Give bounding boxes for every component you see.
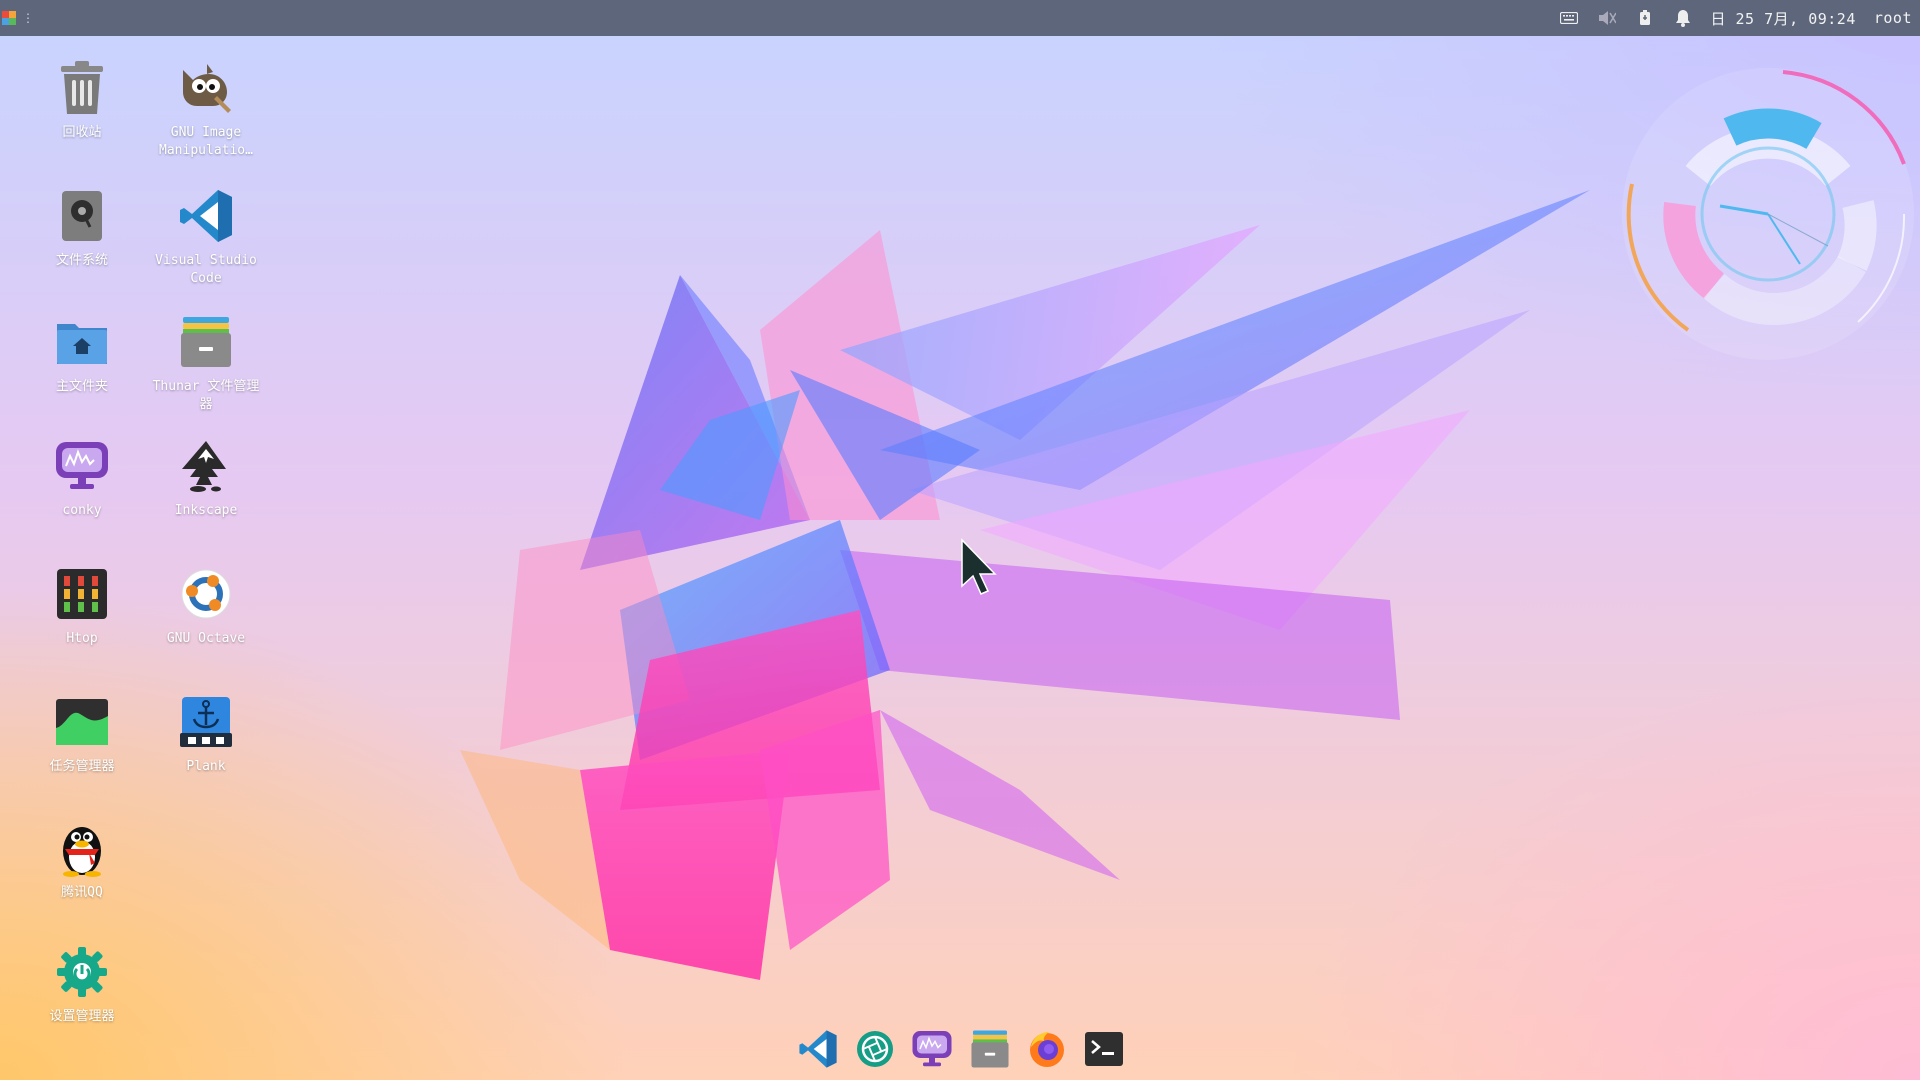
desktop-icon-label: Inkscape [174, 503, 238, 518]
desktop-icon-label: GNU Image Manipulatio… [159, 125, 253, 158]
home-folder-icon [52, 312, 112, 372]
desktop-icon-conky[interactable]: conky [24, 436, 140, 520]
desktop-icon-label: 腾讯QQ [61, 885, 103, 900]
desktop-icon-label: Thunar 文件管理器 [152, 379, 260, 412]
wallpaper-crystal-art [460, 190, 1590, 980]
file-cabinet-icon [176, 312, 236, 372]
desktop-icon-htop[interactable]: Htop [24, 564, 140, 648]
conky-clock-widget [1622, 68, 1914, 360]
octave-icon [176, 564, 236, 624]
desktop-icon-plank[interactable]: Plank [148, 692, 264, 776]
desktop-icon-label: Htop [66, 631, 98, 646]
app-menu-icon[interactable] [2, 11, 16, 25]
settings-gear-icon [52, 942, 112, 1002]
qq-penguin-icon [52, 818, 112, 878]
panel-handle[interactable]: ⋮ [22, 11, 34, 25]
clock[interactable]: 日 25 7月, 09:24 [1711, 8, 1856, 29]
top-panel-left: ⋮ [0, 11, 34, 25]
task-manager-icon [52, 692, 112, 752]
gimp-icon [176, 58, 236, 118]
conky-monitor-icon [52, 436, 112, 496]
desktop-icon-inkscape[interactable]: Inkscape [148, 436, 264, 520]
desktop-icon-vscode[interactable]: Visual Studio Code [148, 186, 264, 288]
desktop-icon-label: Plank [186, 759, 226, 774]
notification-bell-icon[interactable] [1673, 8, 1693, 28]
trash-icon [52, 58, 112, 118]
vscode-icon [176, 186, 236, 246]
htop-icon [52, 564, 112, 624]
desktop-icon-label: 设置管理器 [49, 1009, 115, 1024]
dock-terminal-icon[interactable] [1082, 1027, 1126, 1071]
keyboard-icon[interactable] [1559, 8, 1579, 28]
system-tray: 日 25 7月, 09:24 root [1559, 8, 1920, 29]
battery-icon[interactable] [1635, 8, 1655, 28]
dock-file-manager-icon[interactable] [968, 1027, 1012, 1071]
desktop-icon-filesystem[interactable]: 文件系统 [24, 186, 140, 270]
drive-icon [52, 186, 112, 246]
desktop-icon-qq[interactable]: 腾讯QQ [24, 818, 140, 902]
desktop-icon-home[interactable]: 主文件夹 [24, 312, 140, 396]
dock-vscode-icon[interactable] [796, 1027, 840, 1071]
volume-muted-icon[interactable] [1597, 8, 1617, 28]
user-name[interactable]: root [1874, 9, 1912, 27]
desktop-icon-taskmanager[interactable]: 任务管理器 [24, 692, 140, 776]
desktop-icon-trash[interactable]: 回收站 [24, 58, 140, 142]
dock-shutter-icon[interactable] [853, 1027, 897, 1071]
desktop-icon-octave[interactable]: GNU Octave [148, 564, 264, 648]
top-panel: ⋮ 日 25 7月, 09:24 root [0, 0, 1920, 36]
desktop-icon-label: GNU Octave [166, 631, 246, 646]
desktop-icon-thunar[interactable]: Thunar 文件管理器 [148, 312, 264, 414]
desktop-icon-label: 回收站 [62, 125, 102, 140]
plank-dock [796, 1024, 1126, 1074]
desktop-icon-label: conky [62, 503, 102, 518]
mouse-cursor-icon [961, 538, 997, 595]
plank-anchor-icon [176, 692, 236, 752]
desktop-icon-gimp[interactable]: GNU Image Manipulatio… [148, 58, 264, 160]
desktop-icon-label: 文件系统 [55, 253, 108, 268]
dock-conky-icon[interactable] [910, 1027, 954, 1071]
desktop-icon-label: Visual Studio Code [155, 253, 257, 286]
inkscape-icon [176, 436, 236, 496]
desktop-icon-label: 任务管理器 [49, 759, 115, 774]
desktop-icon-settings[interactable]: 设置管理器 [24, 942, 140, 1026]
dock-firefox-icon[interactable] [1025, 1027, 1069, 1071]
desktop-icon-label: 主文件夹 [55, 379, 108, 394]
